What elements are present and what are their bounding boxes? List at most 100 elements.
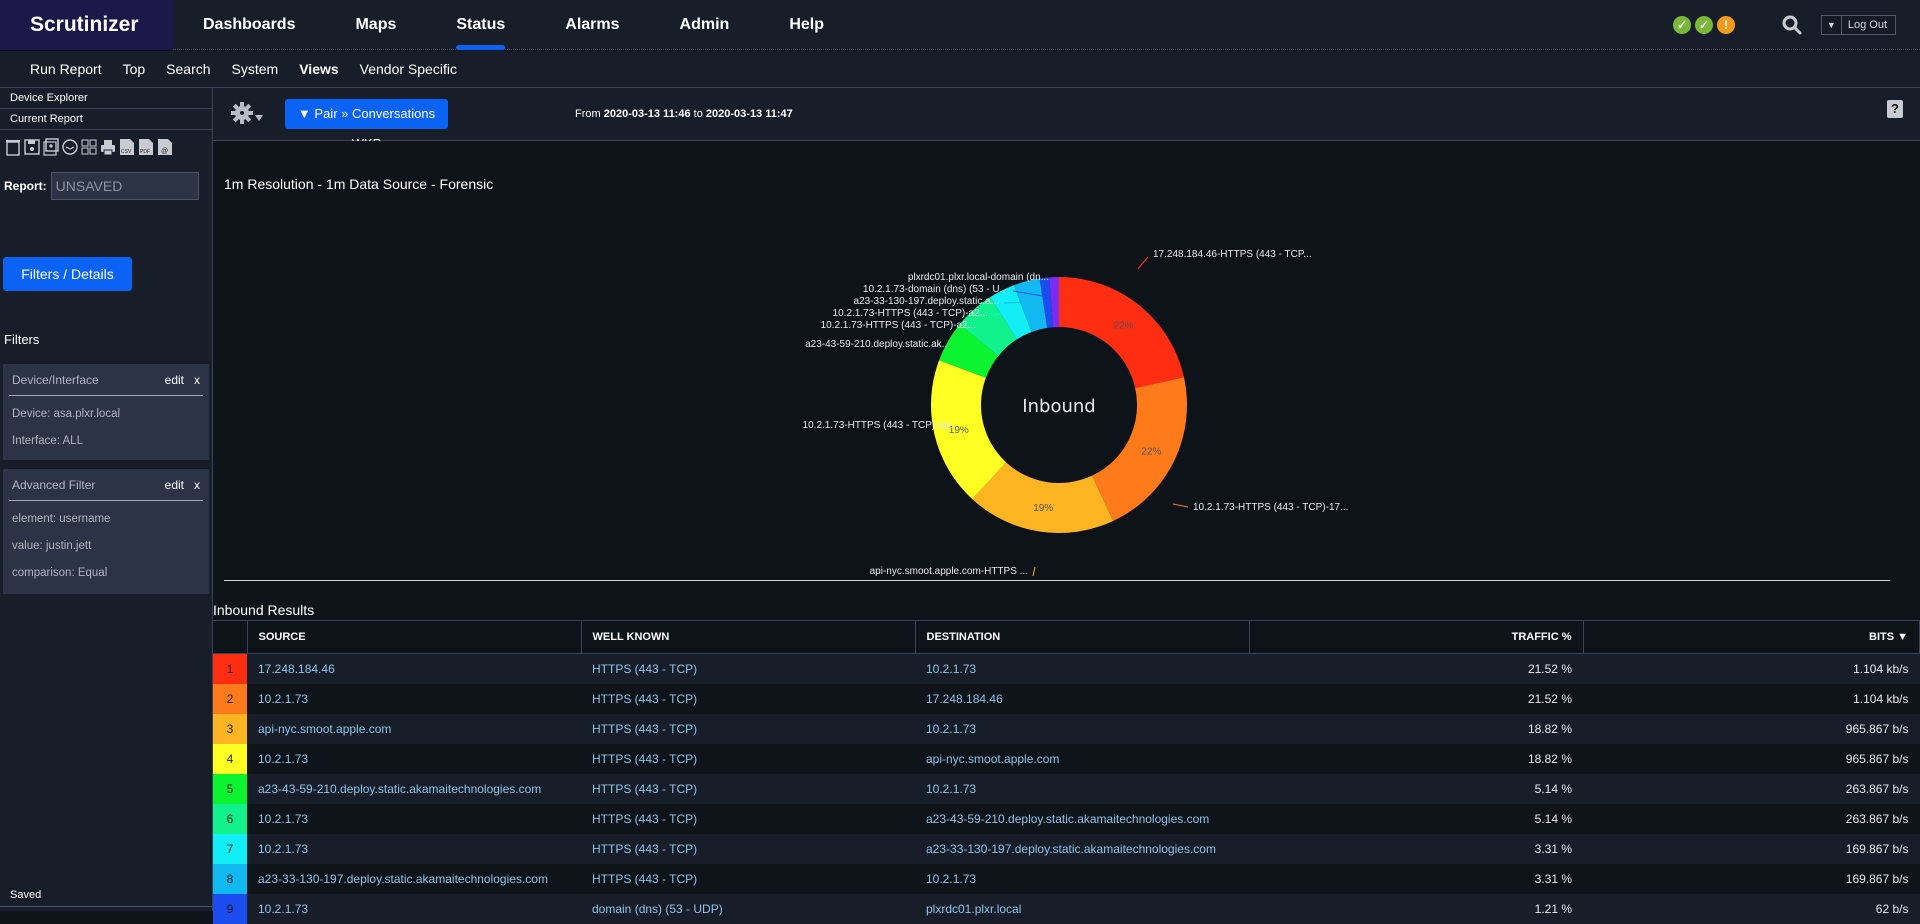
source-link[interactable]: 10.2.1.73 [247,683,581,714]
warning-icon[interactable]: ! [1717,16,1735,34]
table-row[interactable]: 9 10.2.1.73 domain (dns) (53 - UDP) plxrdc0… [213,893,1920,924]
subnav-views[interactable]: Views [299,51,338,87]
donut-slice[interactable] [1092,377,1187,521]
date-to: 2020-03-13 11:47 [705,108,793,120]
remove-filter-button[interactable]: x [194,373,200,387]
save-as-icon[interactable] [43,138,59,156]
col-bits[interactable]: BITS ▼ [1583,620,1920,654]
report-row: Report: [0,166,212,200]
well-known-link[interactable]: HTTPS (443 - TCP) [581,863,915,894]
report-type-button[interactable]: ▼ Pair » Conversations WKP [285,99,448,151]
saved-label[interactable]: Saved [10,889,41,901]
subnav-run-report[interactable]: Run Report [30,51,102,87]
table-row[interactable]: 4 10.2.1.73 HTTPS (443 - TCP) api-nyc.smoot… [213,743,1920,774]
destination-link[interactable]: 10.2.1.73 [915,653,1249,684]
email-icon[interactable]: @ [157,138,173,156]
filter-card-device-interface: Device/Interface edit x Device: asa.plxr.… [3,364,209,460]
rank-cell: 1 [213,653,247,684]
date-range[interactable]: From 2020-03-13 11:46 to 2020-03-13 11:4… [575,108,793,120]
well-known-link[interactable]: domain (dns) (53 - UDP) [581,893,915,924]
edit-filter-button[interactable]: edit [165,478,184,492]
report-name-input[interactable] [50,172,199,200]
well-known-link[interactable]: HTTPS (443 - TCP) [581,713,915,744]
help-icon[interactable]: ? [1887,100,1903,118]
nav-admin[interactable]: Admin [680,0,730,50]
bits-value: 263.867 b/s [1583,773,1920,804]
source-link[interactable]: 10.2.1.73 [247,893,581,924]
nav-help[interactable]: Help [789,0,824,50]
source-link[interactable]: 17.248.184.46 [247,653,581,684]
divider [0,906,212,907]
destination-link[interactable]: 10.2.1.73 [915,773,1249,804]
source-link[interactable]: 10.2.1.73 [247,743,581,774]
tab-device-explorer[interactable]: Device Explorer [0,88,212,109]
source-link[interactable]: a23-33-130-197.deploy.static.akamaitechn… [247,863,581,894]
bits-value: 1.104 kb/s [1583,683,1920,714]
col-well-known[interactable]: WELL KNOWN [581,620,916,654]
table-row[interactable]: 1 17.248.184.46 HTTPS (443 - TCP) 10.2.1.73… [213,653,1920,684]
col-source[interactable]: SOURCE [247,620,582,654]
bits-value: 965.867 b/s [1583,743,1920,774]
chevron-down-icon[interactable]: ▼ [1822,16,1842,34]
filter-line: Device: asa.plxr.local [12,408,121,420]
destination-link[interactable]: api-nyc.smoot.apple.com [915,743,1249,774]
grid-icon[interactable] [81,138,97,156]
nav-alarms[interactable]: Alarms [565,0,619,50]
nav-dashboards[interactable]: Dashboards [203,0,295,50]
logout-button[interactable]: ▼ Log Out [1820,15,1896,35]
source-link[interactable]: a23-43-59-210.deploy.static.akamaitechno… [247,773,581,804]
table-row[interactable]: 2 10.2.1.73 HTTPS (443 - TCP) 17.248.184.46… [213,683,1920,714]
well-known-link[interactable]: HTTPS (443 - TCP) [581,773,915,804]
tab-current-report[interactable]: Current Report [0,109,212,130]
destination-link[interactable]: 10.2.1.73 [915,863,1249,894]
table-row[interactable]: 6 10.2.1.73 HTTPS (443 - TCP) a23-43-59-210… [213,803,1920,834]
table-row[interactable]: 7 10.2.1.73 HTTPS (443 - TCP) a23-33-130-19… [213,833,1920,864]
save-icon[interactable] [24,138,40,156]
table-row[interactable]: 5 a23-43-59-210.deploy.static.akamaitechn… [213,773,1920,804]
well-known-link[interactable]: HTTPS (443 - TCP) [581,653,915,684]
logout-label: Log Out [1847,19,1887,31]
source-link[interactable]: api-nyc.smoot.apple.com [247,713,581,744]
check-icon[interactable]: ✓ [1673,16,1691,34]
destination-link[interactable]: a23-33-130-197.deploy.static.akamaitechn… [915,833,1249,864]
subnav-search[interactable]: Search [166,51,210,87]
app-logo[interactable]: Scrutinizer [0,0,173,50]
pdf-icon[interactable]: PDF [138,138,154,156]
donut-slice[interactable] [1059,277,1184,389]
destination-link[interactable]: 17.248.184.46 [915,683,1249,714]
search-icon[interactable] [1782,15,1802,35]
print-icon[interactable] [100,138,116,156]
table-row[interactable]: 3 api-nyc.smoot.apple.com HTTPS (443 - TCP… [213,713,1920,744]
results-title: Inbound Results [213,602,315,618]
table-row[interactable]: 8 a23-33-130-197.deploy.static.akamaitech… [213,863,1920,894]
clock-icon[interactable] [62,138,78,156]
gear-icon[interactable] [230,101,264,125]
well-known-link[interactable]: HTTPS (443 - TCP) [581,833,915,864]
edit-filter-button[interactable]: edit [165,373,184,387]
col-traffic[interactable]: TRAFFIC % [1249,620,1584,654]
remove-filter-button[interactable]: x [194,478,200,492]
well-known-link[interactable]: HTTPS (443 - TCP) [581,803,915,834]
subnav-system[interactable]: System [232,51,279,87]
subnav-top[interactable]: Top [123,51,146,87]
check-icon[interactable]: ✓ [1695,16,1713,34]
source-link[interactable]: 10.2.1.73 [247,833,581,864]
slice-label: plxrdc01.plxr.local-domain (dn... [908,272,1049,283]
filter-line: Interface: ALL [12,435,83,447]
csv-icon[interactable]: CSV [119,138,135,156]
filters-details-button[interactable]: Filters / Details [3,257,132,291]
nav-maps[interactable]: Maps [355,0,396,50]
trash-icon[interactable] [5,138,21,156]
destination-link[interactable]: 10.2.1.73 [915,713,1249,744]
well-known-link[interactable]: HTTPS (443 - TCP) [581,683,915,714]
source-link[interactable]: 10.2.1.73 [247,803,581,834]
well-known-link[interactable]: HTTPS (443 - TCP) [581,743,915,774]
col-destination[interactable]: DESTINATION [915,620,1250,654]
subnav-vendor-specific[interactable]: Vendor Specific [360,51,457,87]
svg-text:@: @ [161,148,168,155]
destination-link[interactable]: plxrdc01.plxr.local [915,893,1249,924]
bits-value: 965.867 b/s [1583,713,1920,744]
destination-link[interactable]: a23-43-59-210.deploy.static.akamaitechno… [915,803,1249,834]
sidebar: Device Explorer Current Report CSV PDF @… [0,88,213,911]
nav-status[interactable]: Status [456,0,505,50]
